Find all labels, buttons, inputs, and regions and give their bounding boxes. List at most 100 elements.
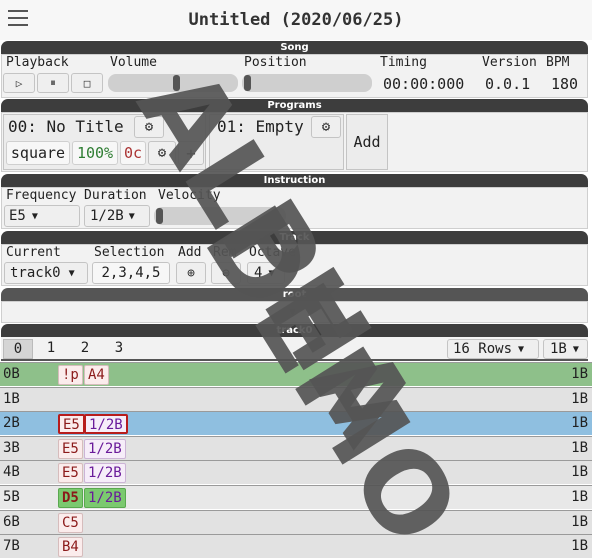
note-cell[interactable]: D5	[58, 488, 83, 508]
add-track-label: Add	[178, 245, 202, 260]
duration-cell[interactable]: 1/2B	[84, 488, 126, 508]
program-1-name: 01: Empty	[217, 117, 304, 136]
gear-icon: ⚙	[157, 145, 167, 161]
section-header-song: Song	[1, 41, 588, 54]
page-title: Untitled (2020/06/25)	[188, 10, 404, 30]
row-index: 4B	[3, 464, 20, 481]
section-header-root: root	[1, 288, 588, 301]
remove-track-button[interactable]: ⊖	[211, 262, 241, 284]
row-index: 3B	[3, 439, 20, 456]
remove-track-label: Rem	[213, 245, 237, 260]
chevron-down-icon: ▼	[68, 267, 75, 279]
program-0-volume[interactable]: 100%	[72, 141, 118, 165]
add-track-button[interactable]: ⊕	[176, 262, 206, 284]
section-header-programs: Programs	[1, 99, 588, 112]
selection-label: Selection	[94, 245, 165, 260]
row-index: 6B	[3, 513, 20, 530]
octave-label: Octave	[249, 245, 296, 260]
table-row[interactable]: 4B E5 1/2B 1B	[0, 460, 592, 485]
volume-label: Volume	[110, 55, 157, 70]
track0-tab-0[interactable]: 0	[3, 339, 33, 359]
velocity-slider-knob[interactable]	[156, 208, 163, 224]
position-slider[interactable]	[242, 74, 372, 92]
row-length: 1B	[571, 366, 588, 382]
row-length: 1B	[571, 415, 588, 432]
note-cell[interactable]: A4	[84, 365, 109, 385]
chevron-down-icon: ▼	[31, 210, 38, 222]
collapse-arrow-icon[interactable]: ▼	[289, 305, 296, 319]
selection-value[interactable]: 2,3,4,5	[92, 262, 170, 284]
minus-circle-icon: ⊖	[222, 265, 230, 281]
beat-select-value: 1B	[550, 341, 567, 357]
note-cell[interactable]: !p	[58, 365, 83, 385]
table-row[interactable]: 1B 1B	[0, 386, 592, 411]
play-button[interactable]: ▷	[3, 73, 35, 93]
bpm-label: BPM	[546, 55, 570, 70]
program-0-settings-button-2[interactable]: ⚙	[148, 141, 176, 165]
velocity-slider[interactable]	[154, 207, 286, 225]
chevron-down-icon: ▼	[268, 267, 275, 279]
table-row[interactable]: 2B E5 1/2B 1B	[0, 411, 592, 436]
note-cell[interactable]: B4	[58, 537, 83, 558]
section-header-track: Track	[1, 231, 588, 244]
beat-select[interactable]: 1B ▼	[543, 339, 588, 359]
table-row[interactable]: 5B D5 1/2B 1B	[0, 485, 592, 509]
stop-button[interactable]: □	[71, 73, 103, 93]
current-label: Current	[6, 245, 61, 260]
table-row[interactable]: 3B E5 1/2B 1B	[0, 435, 592, 460]
duration-cell[interactable]: 1/2B	[84, 414, 128, 435]
velocity-label: Velocity	[158, 188, 221, 203]
frequency-select[interactable]: E5 ▼	[4, 205, 80, 227]
row-length: 1B	[571, 489, 588, 505]
rows-select-value: 16 Rows	[453, 341, 513, 357]
note-cell[interactable]: C5	[58, 512, 83, 533]
chevron-down-icon: ▼	[518, 343, 525, 355]
program-0-cents[interactable]: 0c	[120, 141, 146, 165]
current-track-value: track0	[10, 265, 61, 281]
version-label: Version	[482, 55, 537, 70]
frequency-label: Frequency	[6, 188, 77, 203]
table-row[interactable]: 0B !p A4 1B	[0, 362, 592, 386]
play-icon: ▷	[15, 76, 23, 90]
row-length: 1B	[571, 439, 588, 456]
pause-button[interactable]: ⏸	[37, 73, 69, 93]
volume-slider[interactable]	[108, 74, 238, 92]
duration-cell[interactable]: 1/2B	[84, 438, 126, 459]
gear-icon: ⚙	[144, 119, 154, 135]
current-track-select[interactable]: track0 ▼	[4, 262, 88, 284]
octave-select[interactable]: 4 ▼	[247, 262, 285, 284]
track0-tab-1[interactable]: 1	[36, 339, 66, 359]
duration-cell[interactable]: 1/2B	[84, 463, 126, 484]
add-program-button[interactable]: Add	[346, 114, 388, 170]
bpm-value[interactable]: 180	[551, 75, 578, 93]
program-0-add-button[interactable]: +	[178, 141, 204, 165]
row-length: 1B	[571, 538, 588, 555]
volume-slider-knob[interactable]	[173, 75, 180, 91]
gear-icon: ⚙	[321, 119, 331, 135]
section-header-instruction: Instruction	[1, 174, 588, 187]
row-length: 1B	[571, 464, 588, 481]
duration-label: Duration	[84, 188, 147, 203]
program-0-waveform[interactable]: square	[6, 141, 70, 165]
program-0-name: 00: No Title	[8, 117, 124, 136]
program-0-settings-button[interactable]: ⚙	[134, 116, 164, 138]
rows-select[interactable]: 16 Rows ▼	[447, 339, 539, 359]
track0-tab-2[interactable]: 2	[70, 339, 100, 359]
program-1-settings-button[interactable]: ⚙	[311, 116, 341, 138]
row-length: 1B	[571, 390, 588, 407]
row-index: 7B	[3, 538, 20, 555]
track0-tab-3[interactable]: 3	[104, 339, 134, 359]
table-row[interactable]: 6B C5 1B	[0, 509, 592, 534]
note-cell[interactable]: E5	[58, 463, 83, 484]
version-value: 0.0.1	[485, 75, 531, 93]
note-cell[interactable]: E5	[58, 438, 83, 459]
duration-select[interactable]: 1/2B ▼	[84, 205, 150, 227]
table-row[interactable]: 7B B4 1B	[0, 534, 592, 559]
frequency-value: E5	[9, 208, 26, 224]
row-index: 2B	[3, 415, 20, 432]
note-cell[interactable]: E5	[58, 414, 85, 435]
plus-circle-icon: ⊕	[187, 265, 195, 281]
chevron-down-icon: ▼	[128, 210, 135, 222]
position-slider-knob[interactable]	[244, 75, 251, 91]
row-index: 1B	[3, 390, 20, 407]
